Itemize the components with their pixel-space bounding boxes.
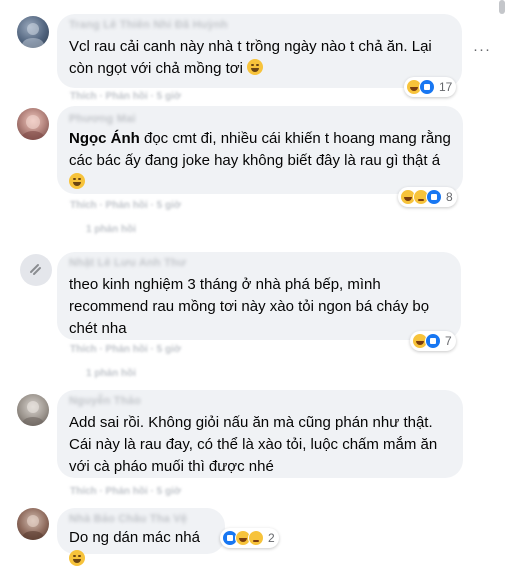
comment-author[interactable]: Trang Lê Thiên Nhi Đã Huỳnh <box>69 18 450 32</box>
comment-text: Ngọc Ánh đọc cmt đi, nhiều cái khiến t h… <box>69 128 451 194</box>
view-replies-link[interactable]: 1 phản hồi <box>86 224 136 236</box>
person-silhouette-icon <box>22 23 44 48</box>
comment-author[interactable]: Nhà Bảo Châu Tha Vệ <box>69 512 213 526</box>
reaction-summary[interactable]: 8 <box>398 187 457 207</box>
avatar[interactable] <box>17 108 49 140</box>
comment-bubble: Nhà Bảo Châu Tha Vệ Do ng dán mác nhá <box>57 508 225 566</box>
like-reaction-icon <box>426 189 442 205</box>
reaction-count: 17 <box>439 80 453 94</box>
person-silhouette-icon <box>22 401 44 426</box>
comment-actions[interactable]: Thích · Phản hồi · 5 giờ <box>70 91 181 103</box>
comment-author[interactable]: Nguyễn Thảo <box>69 394 451 408</box>
comment-author[interactable]: Phương Mai <box>69 112 451 126</box>
laughing-face-emoji-icon <box>69 550 85 566</box>
reaction-summary[interactable]: 7 <box>410 331 456 351</box>
mention-link[interactable]: Ngọc Ánh <box>69 130 140 147</box>
reaction-count: 8 <box>446 190 453 204</box>
person-silhouette-icon <box>22 515 44 540</box>
comment-text: theo kinh nghiệm 3 tháng ở nhà phá bếp, … <box>69 276 430 337</box>
like-reaction-icon <box>425 333 441 349</box>
avatar[interactable] <box>17 16 49 48</box>
view-replies-link[interactable]: 1 phản hồi <box>86 368 136 380</box>
scrollbar[interactable] <box>499 0 505 14</box>
like-reaction-icon <box>419 79 435 95</box>
comment-text-body: Do ng dán mác nhá <box>69 529 200 546</box>
comment-bubble: Trang Lê Thiên Nhi Đã Huỳnh Vcl rau cải … <box>57 14 462 88</box>
relieved-face-emoji-icon <box>247 59 264 75</box>
comment-actions[interactable]: Thích · Phản hồi · 5 giờ <box>70 200 181 212</box>
person-silhouette-icon <box>21 115 45 140</box>
grinning-face-emoji-icon <box>69 173 85 189</box>
comment-actions[interactable]: Thích · Phản hồi · 5 giờ <box>70 344 181 356</box>
more-options-icon[interactable]: ··· <box>472 40 492 60</box>
reaction-count: 7 <box>445 334 452 348</box>
sad-reaction-icon <box>248 530 264 546</box>
reaction-count: 2 <box>268 531 275 545</box>
comment-author[interactable]: Nhật Lê Lưu Anh Thư <box>69 256 449 270</box>
link-icon <box>30 264 41 275</box>
avatar[interactable] <box>17 508 49 540</box>
avatar[interactable] <box>20 254 52 286</box>
reaction-summary[interactable]: 17 <box>404 77 457 97</box>
comment-bubble: Nhật Lê Lưu Anh Thư theo kinh nghiệm 3 t… <box>57 252 461 340</box>
comment-actions[interactable]: Thích · Phản hồi · 5 giờ <box>70 486 181 498</box>
comment-text: Do ng dán mác nhá <box>69 527 213 571</box>
comment-bubble: Nguyễn Thảo Add sai rồi. Không giỏi nấu … <box>57 390 463 478</box>
comment-bubble: Phương Mai Ngọc Ánh đọc cmt đi, nhiều cá… <box>57 106 463 194</box>
avatar[interactable] <box>17 394 49 426</box>
comment-text: Vcl rau cải canh này nhà t trồng ngày nà… <box>69 36 450 80</box>
reaction-summary[interactable]: 2 <box>220 528 279 548</box>
comment-text: Add sai rồi. Không giỏi nấu ăn mà cũng p… <box>69 414 438 475</box>
